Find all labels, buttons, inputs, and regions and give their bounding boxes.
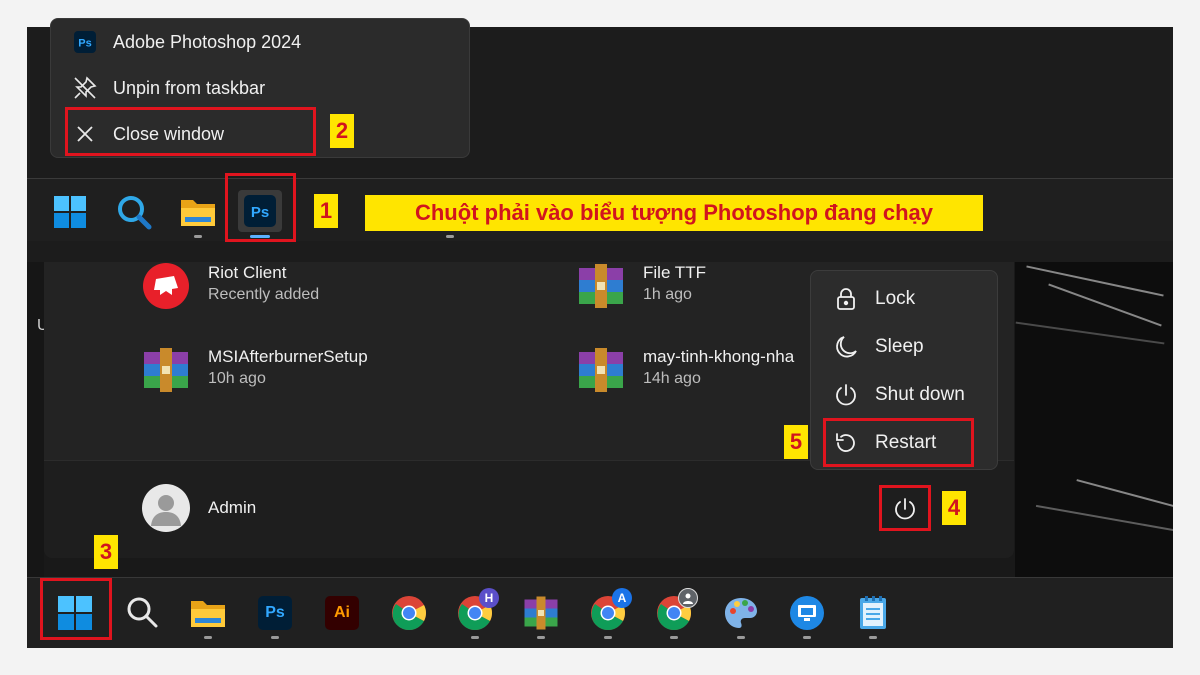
app-name: Riot Client <box>208 263 287 282</box>
remote-desktop-icon[interactable] <box>788 594 826 632</box>
step-badge-5: 5 <box>784 425 808 459</box>
power-icon <box>831 383 861 407</box>
profile-badge-person-icon <box>678 588 698 608</box>
power-menu-label: Shut down <box>875 384 965 405</box>
app-name: File TTF <box>643 263 706 282</box>
profile-badge-a: A <box>612 588 632 608</box>
running-indicator <box>604 636 612 639</box>
instruction-banner: Chuột phải vào biểu tượng Photoshop đang… <box>365 195 983 231</box>
running-indicator <box>204 636 212 639</box>
app-name: MSIAfterburnerSetup <box>208 347 368 366</box>
step-badge-3: 3 <box>94 535 118 569</box>
winrar-icon <box>577 262 625 310</box>
running-indicator <box>803 636 811 639</box>
profile-badge-h: H <box>479 588 499 608</box>
highlight-close-window <box>65 107 316 156</box>
desktop-left-edge: U <box>27 262 49 577</box>
jumplist-label: Adobe Photoshop 2024 <box>113 31 302 52</box>
photoshop-icon[interactable]: Ps <box>258 596 292 630</box>
highlight-photoshop-icon <box>225 173 296 242</box>
photoshop-icon: Ps <box>71 31 99 53</box>
notepad-icon[interactable] <box>855 594 891 632</box>
windows-start-icon[interactable] <box>56 594 94 632</box>
app-time: 1h ago <box>643 286 692 303</box>
chrome-icon[interactable] <box>390 594 428 632</box>
jumplist-item-photoshop[interactable]: Ps Adobe Photoshop 2024 <box>51 21 469 63</box>
running-indicator <box>737 636 745 639</box>
winrar-icon[interactable] <box>522 594 560 632</box>
running-indicator <box>670 636 678 639</box>
recommended-item[interactable]: Riot Client Recently added <box>142 262 319 310</box>
moon-icon <box>831 335 861 359</box>
running-indicator <box>194 235 202 238</box>
avatar[interactable] <box>142 484 190 532</box>
power-menu-label: Lock <box>875 288 916 309</box>
user-name[interactable]: Admin <box>208 498 256 518</box>
app-name: may-tinh-khong-nha <box>643 347 795 366</box>
desktop-wallpaper <box>1015 262 1173 577</box>
windows-start-icon[interactable] <box>52 194 88 230</box>
running-indicator <box>471 636 479 639</box>
file-explorer-icon[interactable] <box>178 193 218 231</box>
step-badge-1: 1 <box>314 194 338 228</box>
app-time: 10h ago <box>208 370 266 387</box>
search-icon[interactable] <box>124 594 160 630</box>
riot-client-icon <box>142 262 190 310</box>
highlight-power-button <box>879 485 931 531</box>
step-badge-4: 4 <box>942 491 966 525</box>
power-menu-sleep[interactable]: Sleep <box>811 325 997 369</box>
step-badge-2: 2 <box>330 114 354 148</box>
ps-label: Ps <box>265 604 285 621</box>
winrar-icon <box>577 346 625 394</box>
winrar-icon <box>142 346 190 394</box>
running-indicator <box>446 235 454 238</box>
recommended-item[interactable]: File TTF 1h ago <box>577 262 706 310</box>
unpin-icon <box>71 75 99 101</box>
search-icon[interactable] <box>115 193 153 231</box>
recommended-item[interactable]: MSIAfterburnerSetup 10h ago <box>142 346 368 394</box>
jumplist-label: Unpin from taskbar <box>113 77 266 98</box>
app-time: Recently added <box>208 286 320 303</box>
paint-icon[interactable] <box>722 594 760 632</box>
power-menu-label: Sleep <box>875 336 924 357</box>
power-menu-lock[interactable]: Lock <box>811 277 997 321</box>
power-menu-shutdown[interactable]: Shut down <box>811 373 997 417</box>
running-indicator <box>271 636 279 639</box>
file-explorer-icon[interactable] <box>188 594 228 632</box>
jumplist-item-unpin[interactable]: Unpin from taskbar <box>51 67 469 109</box>
running-indicator <box>869 636 877 639</box>
svg-text:Ps: Ps <box>78 38 91 50</box>
ai-label: Ai <box>334 604 350 621</box>
illustrator-icon[interactable]: Ai <box>325 596 359 630</box>
highlight-restart <box>823 418 974 467</box>
app-time: 14h ago <box>643 370 701 387</box>
lock-icon <box>831 287 861 311</box>
recommended-item[interactable]: may-tinh-khong-nha 14h ago <box>577 346 794 394</box>
running-indicator <box>537 636 545 639</box>
